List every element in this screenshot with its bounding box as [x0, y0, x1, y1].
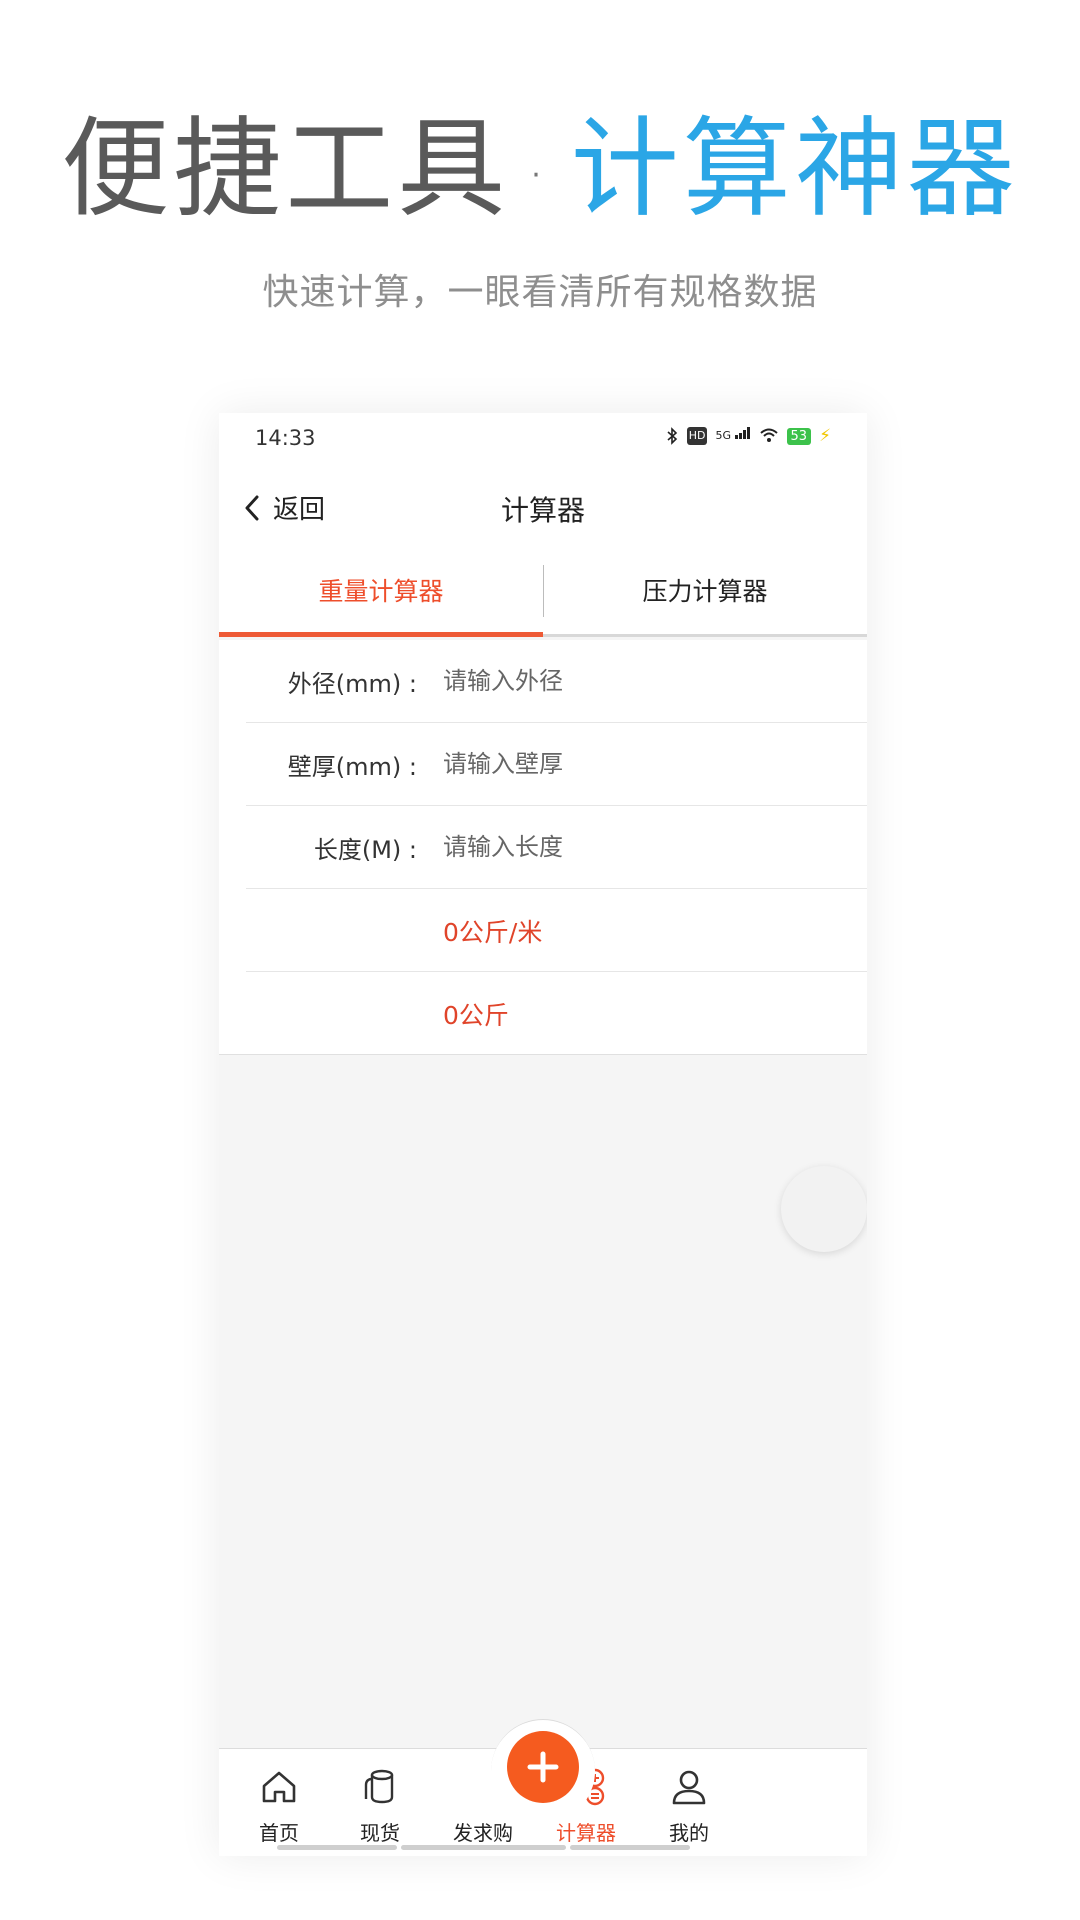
stock-icon [364, 1769, 394, 1804]
tabbar-label: 现货 [360, 1821, 400, 1845]
tab-label: 压力计算器 [642, 577, 768, 606]
gesture-bar-left [277, 1845, 397, 1850]
outer-diameter-input[interactable] [443, 654, 843, 708]
weight-per-meter-result: 0公斤/米 [443, 918, 543, 947]
tab-weight-calculator[interactable]: 重量计算器 [219, 547, 543, 637]
hd-icon: HD [686, 427, 708, 445]
form-row-total-weight: 0公斤 [219, 972, 867, 1055]
promo-subtitle: 快速计算，一眼看清所有规格数据 [262, 272, 818, 313]
home-icon [262, 1771, 296, 1803]
gesture-bar-right [570, 1845, 690, 1850]
status-bar: 14:33 HD 5G 53 ⚡ [219, 413, 867, 461]
outer-diameter-label: 外径(mm) : [287, 670, 417, 698]
wall-thickness-label: 壁厚(mm) : [287, 753, 417, 781]
form-row-weight-per-meter: 0公斤/米 [219, 889, 867, 972]
promo-title-part2: 计算神器 [570, 107, 1019, 232]
floating-assistive-button[interactable] [781, 1166, 867, 1252]
page-title: 计算器 [500, 494, 585, 527]
post-request-fab[interactable] [507, 1731, 579, 1803]
plus-icon [527, 1751, 559, 1783]
form-row-length: 长度(M) : [219, 806, 867, 889]
charging-icon: ⚡ [819, 426, 831, 446]
length-input[interactable] [443, 820, 843, 874]
form-row-outer-diameter: 外径(mm) : [219, 640, 867, 723]
length-label: 长度(M) : [313, 836, 417, 864]
nav-bar: 返回 计算器 [219, 461, 867, 553]
promo-title-part1: 便捷工具 [61, 107, 510, 232]
tabbar-label: 发求购 [453, 1821, 513, 1845]
wall-thickness-input[interactable] [443, 737, 843, 791]
signal-icon: 5G [715, 427, 750, 445]
tab-label: 重量计算器 [318, 577, 444, 606]
wifi-icon [759, 427, 779, 445]
total-weight-result: 0公斤 [443, 1001, 509, 1030]
active-tab-indicator [219, 632, 543, 637]
weight-form: 外径(mm) : 壁厚(mm) : 长度(M) : 0公斤/米 0公斤 [219, 640, 867, 1055]
tab-pressure-calculator[interactable]: 压力计算器 [543, 547, 867, 637]
promo-title-dot: · [531, 158, 545, 194]
tabbar-label: 我的 [669, 1821, 709, 1845]
form-row-wall-thickness: 壁厚(mm) : [219, 723, 867, 806]
status-time: 14:33 [255, 426, 316, 450]
bluetooth-icon [665, 427, 679, 445]
calculator-tabs: 重量计算器 压力计算器 [219, 547, 867, 637]
network-label: 5G [715, 429, 732, 442]
gesture-bar-center [401, 1845, 566, 1850]
phone-screen: 14:33 HD 5G 53 ⚡ 返回 计算器 重量计算器 压力计算器 外径(m… [219, 413, 867, 1856]
promo-title: 便捷工具 · 计算神器 [0, 110, 1080, 236]
status-icons: HD 5G 53 ⚡ [665, 427, 831, 445]
tabbar-item-stock[interactable]: 现货 [320, 1749, 440, 1856]
tabbar-item-profile[interactable]: 我的 [629, 1749, 749, 1856]
battery-icon: 53 [786, 427, 812, 445]
user-icon [672, 1770, 706, 1805]
